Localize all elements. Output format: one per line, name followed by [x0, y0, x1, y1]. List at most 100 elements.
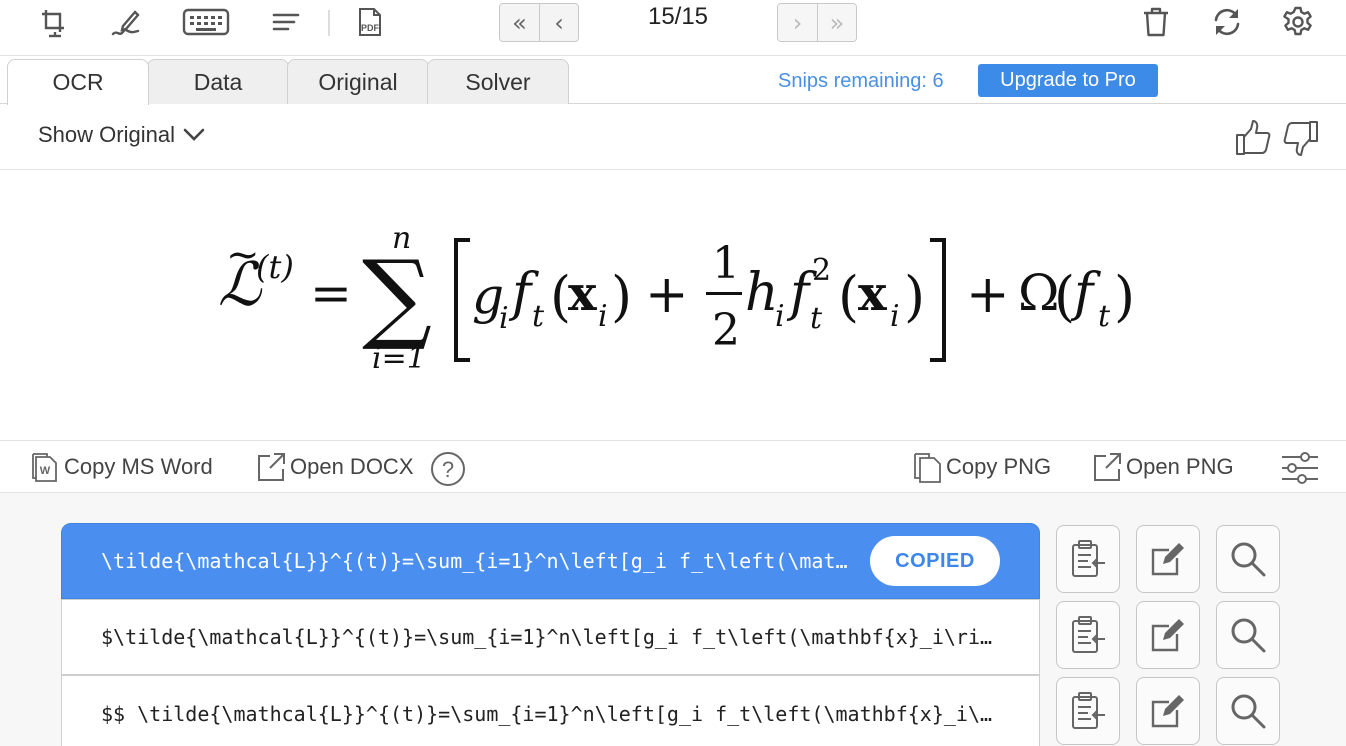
main-toolbar: PDF « ‹ 15/15 › » — [0, 0, 1346, 56]
open-docx-label: Open DOCX — [290, 454, 414, 479]
gear-icon[interactable] — [1280, 4, 1316, 40]
search-icon — [1231, 694, 1266, 729]
edit-button[interactable] — [1136, 677, 1200, 745]
formula-numerator: 1 — [712, 238, 740, 289]
search-icon — [1231, 542, 1266, 577]
edit-button[interactable] — [1136, 525, 1200, 593]
help-circle-icon: ? — [431, 452, 465, 486]
tab-bar: OCR Data Original Solver Snips remaining… — [0, 56, 1346, 105]
first-page-button[interactable]: « — [500, 4, 539, 41]
snips-remaining: Snips remaining: 6 — [778, 70, 944, 92]
pdf-label: PDF — [361, 23, 380, 33]
formula-h: h — [745, 263, 779, 323]
text-lines-icon[interactable] — [268, 4, 304, 40]
formula-x-sub-i: i — [598, 299, 608, 334]
formula-fraction-bar — [706, 292, 742, 295]
formula-equals: = — [310, 264, 352, 322]
copy-options-bar: W Copy MS Word Open DOCX ? Copy PNG Open… — [0, 441, 1346, 493]
refresh-icon[interactable] — [1209, 4, 1245, 40]
open-docx-button[interactable]: Open DOCX — [256, 451, 414, 483]
paste-button[interactable] — [1056, 525, 1120, 593]
tab-ocr[interactable]: OCR — [7, 59, 149, 105]
formula-x2: x — [858, 266, 887, 322]
tab-original[interactable]: Original — [287, 59, 429, 104]
paste-button[interactable] — [1056, 601, 1120, 669]
toolbar-divider — [328, 10, 330, 36]
clipboard-paste-icon — [1072, 616, 1105, 653]
screen-snip-icon[interactable] — [36, 4, 72, 40]
search-button[interactable] — [1216, 525, 1280, 593]
copy-ms-word-label: Copy MS Word — [64, 454, 213, 479]
formula-plus2: + — [966, 265, 1010, 325]
word-doc-icon: W — [32, 453, 57, 482]
search-icon — [1231, 618, 1266, 653]
formula-sigma: ∑ — [362, 240, 432, 354]
edit-button[interactable] — [1136, 601, 1200, 669]
show-original-label: Show Original — [38, 122, 175, 147]
result-text: $\tilde{\mathcal{L}}^{(t)}=\sum_{i=1}^n\… — [101, 625, 1001, 649]
formula-right-bracket — [930, 238, 946, 362]
formula-rparen: ) — [611, 265, 632, 328]
result-row-display-latex[interactable]: $$ \tilde{\mathcal{L}}^{(t)}=\sum_{i=1}^… — [61, 675, 1040, 746]
rendered-formula: ℒ ~ (t) = n ∑ i=1 g i f t ( x i ) + 1 2 … — [218, 221, 1135, 376]
tab-solver[interactable]: Solver — [427, 59, 569, 104]
show-original-row: Show Original — [0, 104, 1346, 170]
prev-page-button[interactable]: ‹ — [539, 4, 578, 41]
formula-h-sub-i: i — [775, 299, 785, 334]
edit-icon — [1151, 543, 1184, 576]
formula-x2-sub-i: i — [890, 299, 900, 334]
result-row-latex[interactable]: \tilde{\mathcal{L}}^{(t)}=\sum_{i=1}^n\l… — [61, 523, 1040, 599]
show-original-toggle[interactable]: Show Original — [38, 122, 207, 148]
help-button[interactable]: ? — [430, 451, 466, 487]
results-list: \tilde{\mathcal{L}}^{(t)}=\sum_{i=1}^n\l… — [0, 493, 1346, 746]
clipboard-paste-icon — [1072, 540, 1105, 577]
formula-superscript-t: (t) — [256, 248, 294, 286]
copy-pages-icon — [914, 453, 941, 483]
formula-denominator: 2 — [712, 305, 740, 356]
sliders-icon[interactable] — [1280, 451, 1320, 485]
copy-png-button[interactable]: Copy PNG — [912, 451, 1051, 483]
thumbs-down-icon[interactable] — [1280, 118, 1320, 158]
next-nav-group: › » — [777, 3, 857, 42]
formula-f2-sub-t: t — [810, 301, 823, 336]
last-page-button[interactable]: » — [817, 4, 856, 41]
formula-rparen3: ) — [1114, 265, 1135, 328]
keyboard-icon[interactable] — [180, 4, 232, 40]
result-text: $$ \tilde{\mathcal{L}}^{(t)}=\sum_{i=1}^… — [101, 702, 1001, 726]
formula-lparen3: ( — [1054, 265, 1075, 328]
external-link-icon-2 — [1094, 453, 1121, 481]
formula-f-squared: 2 — [812, 253, 831, 288]
result-row-inline-latex[interactable]: $\tilde{\mathcal{L}}^{(t)}=\sum_{i=1}^n\… — [61, 599, 1040, 675]
search-button[interactable] — [1216, 677, 1280, 745]
pdf-icon[interactable]: PDF — [352, 4, 388, 40]
copy-png-label: Copy PNG — [946, 454, 1052, 479]
paste-button[interactable] — [1056, 677, 1120, 745]
formula-f3-sub-t: t — [1098, 299, 1111, 334]
formula-g-sub-i: i — [499, 301, 509, 336]
prev-nav-group: « ‹ — [499, 3, 579, 42]
help-glyph: ? — [442, 457, 454, 482]
formula-lparen2: ( — [838, 265, 859, 328]
open-png-button[interactable]: Open PNG — [1092, 451, 1234, 483]
svg-text:W: W — [40, 465, 51, 477]
formula-f-sub-t: t — [532, 299, 545, 334]
thumbs-up-icon[interactable] — [1234, 118, 1274, 158]
copied-badge: COPIED — [870, 536, 1000, 586]
edit-icon — [1151, 695, 1184, 728]
formula-x: x — [568, 266, 597, 322]
formula-left-bracket — [454, 238, 470, 362]
tab-data[interactable]: Data — [147, 59, 289, 104]
formula-plus: + — [645, 265, 689, 325]
trash-icon[interactable] — [1138, 4, 1174, 40]
page-counter: 15/15 — [647, 3, 709, 30]
search-button[interactable] — [1216, 601, 1280, 669]
formula-f3: f — [1070, 263, 1101, 323]
next-page-button[interactable]: › — [778, 4, 817, 41]
open-png-label: Open PNG — [1126, 454, 1234, 479]
copy-ms-word-button[interactable]: W Copy MS Word — [30, 451, 213, 483]
external-link-icon — [258, 453, 285, 481]
handwriting-icon[interactable] — [108, 4, 144, 40]
formula-tilde: ~ — [226, 232, 260, 278]
result-text: \tilde{\mathcal{L}}^{(t)}=\sum_{i=1}^n\l… — [101, 549, 851, 573]
upgrade-button[interactable]: Upgrade to Pro — [978, 64, 1158, 97]
